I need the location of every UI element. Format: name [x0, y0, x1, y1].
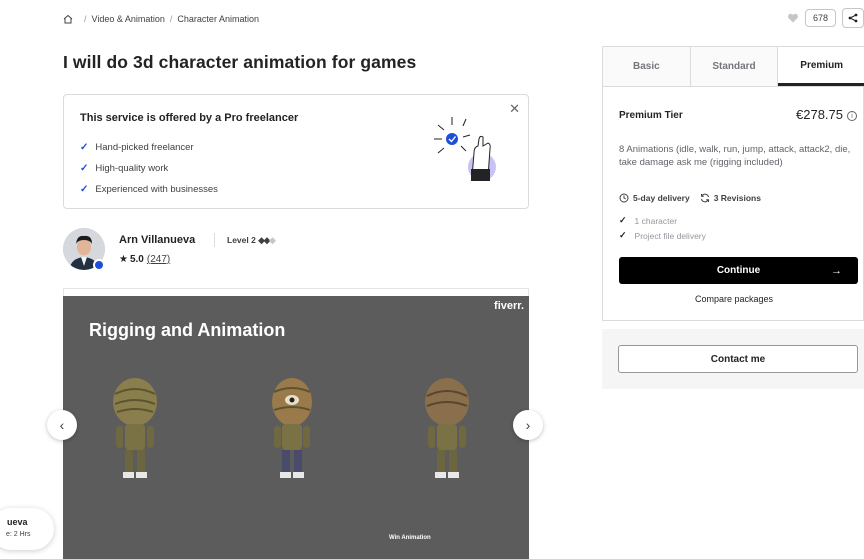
info-icon[interactable]: i [847, 110, 857, 121]
price-value: €278.75 [796, 107, 843, 122]
benefit-label: Experienced with businesses [95, 184, 218, 195]
divider [214, 233, 215, 247]
check-icon: ✓ [619, 215, 627, 225]
seller-name[interactable]: Arn Villanueva [119, 234, 195, 246]
list-item: ✓ High-quality work [80, 158, 218, 179]
breadcrumb-separator: / [84, 14, 87, 24]
continue-button[interactable]: Continue → [619, 257, 858, 284]
tier-name: Premium Tier [619, 110, 683, 121]
mummy-character-image [425, 378, 469, 478]
packages-panel: Basic Standard Premium Premium Tier €278… [602, 46, 864, 321]
share-icon [848, 13, 858, 23]
gig-title: I will do 3d character animation for gam… [63, 52, 417, 72]
fiverr-logo: fiverr. [494, 300, 524, 312]
gallery-prev-button[interactable]: ‹ [47, 410, 77, 440]
tier-description: 8 Animations (idle, walk, run, jump, att… [619, 144, 851, 168]
mummy-character-image [272, 378, 312, 478]
chat-response-time: e: 2 Hrs [6, 531, 31, 538]
arrow-right-icon: → [831, 264, 842, 277]
package-tabs: Basic Standard Premium [603, 47, 864, 87]
likes-count[interactable]: 678 [804, 9, 836, 27]
breadcrumb: / Video & Animation / Character Animatio… [63, 14, 259, 24]
revisions-count: 3 Revisions [713, 193, 761, 203]
top-actions: 678 [787, 8, 864, 28]
chat-seller-name: ueva [7, 517, 28, 527]
feature-label: Project file delivery [634, 230, 706, 241]
star-icon: ★ [119, 254, 128, 265]
list-item: ✓ Experienced with businesses [80, 179, 218, 200]
list-item: ✓ Hand-picked freelancer [80, 137, 218, 158]
benefit-label: High-quality work [95, 163, 169, 174]
chat-widget[interactable]: ueva e: 2 Hrs [0, 508, 54, 550]
gallery-next-button[interactable]: › [513, 410, 543, 440]
gallery-frame [63, 288, 529, 296]
clock-icon [619, 193, 629, 203]
tab-premium[interactable]: Premium [778, 47, 864, 86]
share-button[interactable] [842, 8, 864, 28]
check-icon: ✓ [619, 230, 627, 240]
home-icon[interactable] [63, 14, 73, 24]
list-item: ✓ 1 character [619, 213, 706, 228]
check-icon: ✓ [80, 163, 89, 174]
breadcrumb-separator: / [169, 14, 173, 24]
tier-price: €278.75 i [796, 107, 857, 122]
seller-rating: ★ 5.0 (247) [119, 254, 170, 265]
gallery-caption: Win Animation [389, 535, 431, 541]
chevron-right-icon: › [525, 417, 531, 433]
pro-verified-illustration [434, 117, 496, 181]
package-features: ✓ 1 character ✓ Project file delivery [619, 213, 706, 243]
continue-label: Continue [716, 265, 761, 276]
benefit-label: Hand-picked freelancer [95, 142, 194, 153]
delivery-time: 5-day delivery [633, 193, 690, 203]
pro-box-title: This service is offered by a Pro freelan… [80, 112, 299, 124]
refresh-icon [700, 193, 709, 203]
seller-level: Level 2 ◆◆◆ [227, 235, 276, 246]
tab-basic[interactable]: Basic [603, 47, 691, 86]
compare-packages-link[interactable]: Compare packages [603, 294, 864, 304]
gig-gallery: Rigging and Animation fiverr. Win Animat… [63, 296, 529, 559]
breadcrumb-item-character-animation[interactable]: Character Animation [177, 14, 259, 24]
heart-icon[interactable] [787, 12, 799, 24]
pro-benefits-list: ✓ Hand-picked freelancer ✓ High-quality wo… [80, 137, 218, 200]
breadcrumb-item-video-animation[interactable]: Video & Animation [92, 14, 165, 24]
contact-panel: Contact me [602, 329, 864, 389]
check-icon: ✓ [80, 184, 89, 195]
delivery-info: 5-day delivery 3 Revisions [619, 193, 761, 203]
review-count-link[interactable]: (247) [147, 254, 170, 265]
feature-label: 1 character [634, 215, 678, 226]
level-diamonds-icon: ◆◆◆ [258, 235, 276, 245]
contact-me-button[interactable]: Contact me [618, 345, 858, 373]
close-icon[interactable]: ✕ [509, 101, 520, 117]
gallery-title: Rigging and Animation [89, 320, 286, 340]
mummy-character-image [113, 378, 157, 478]
pro-badge-icon [93, 259, 105, 271]
chevron-left-icon: ‹ [59, 417, 65, 433]
tab-standard[interactable]: Standard [690, 47, 779, 86]
rating-score: 5.0 [129, 254, 144, 265]
check-icon: ✓ [80, 142, 89, 153]
pro-freelancer-box: This service is offered by a Pro freelan… [63, 94, 529, 209]
list-item: ✓ Project file delivery [619, 228, 706, 243]
level-label: Level 2 [227, 235, 256, 245]
